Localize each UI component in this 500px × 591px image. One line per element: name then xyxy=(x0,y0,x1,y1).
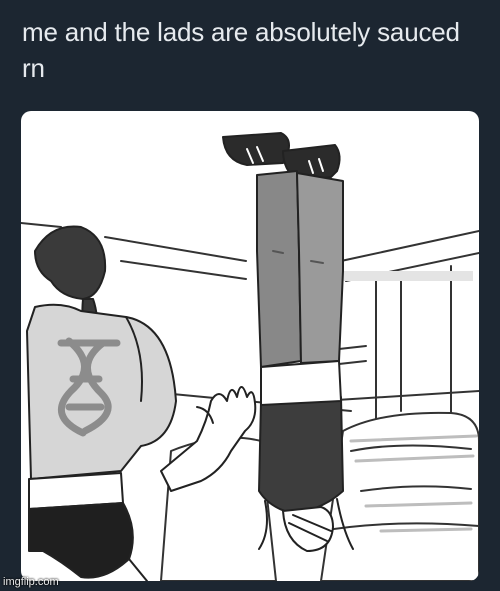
post-caption: me and the lads are absolutely sauced rn xyxy=(22,17,460,83)
window-shading xyxy=(343,271,473,281)
post-image[interactable] xyxy=(21,111,479,581)
sketch-drawing xyxy=(21,132,479,581)
imgflip-watermark: imgflip.com xyxy=(3,576,59,588)
